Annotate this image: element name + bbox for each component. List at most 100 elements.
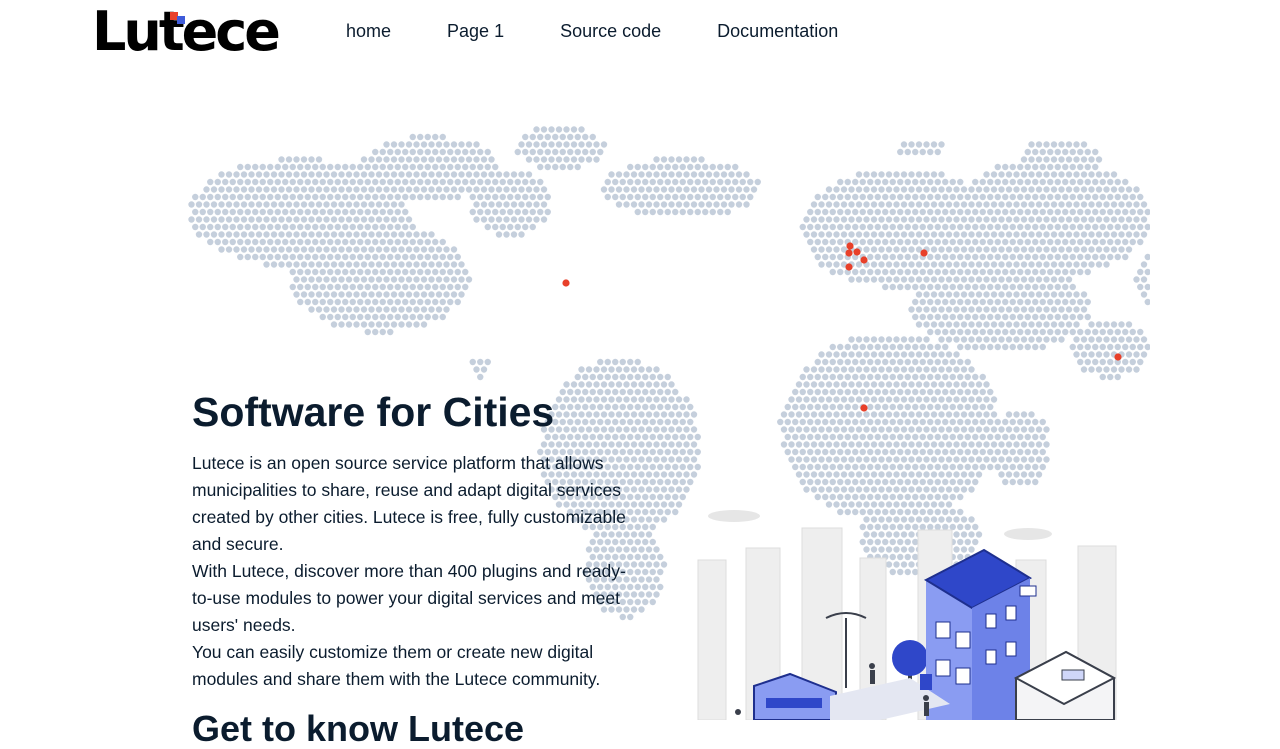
map-dot (863, 246, 870, 253)
map-dot (687, 403, 694, 411)
map-dot (930, 351, 938, 358)
map-dot (645, 201, 653, 208)
map-dot (330, 306, 338, 313)
map-dot (1058, 216, 1065, 223)
map-dot (979, 343, 986, 351)
map-dot (923, 366, 930, 373)
map-dot (960, 426, 968, 433)
map-dot (304, 163, 311, 171)
map-dot (1118, 216, 1125, 223)
map-dot (683, 396, 690, 403)
map-dot (417, 193, 424, 201)
map-dot (1110, 201, 1118, 208)
map-dot (375, 231, 383, 238)
nav-home[interactable]: home (346, 20, 391, 42)
map-dot (912, 418, 919, 426)
map-dot (653, 471, 660, 478)
map-dot (1017, 178, 1024, 186)
map-dot (1069, 283, 1076, 291)
map-dot (289, 268, 296, 276)
map-dot (863, 396, 870, 403)
map-dot (1144, 223, 1150, 231)
map-dot (852, 178, 859, 186)
map-dot (859, 388, 866, 396)
map-dot (870, 201, 878, 208)
map-dot (908, 141, 915, 148)
map-dot (1073, 246, 1080, 253)
map-dot (1065, 186, 1073, 193)
map-dot (833, 381, 840, 388)
map-dot (255, 171, 263, 178)
map-dot (818, 411, 825, 418)
map-dot (829, 208, 836, 216)
map-dot (218, 231, 225, 238)
map-dot (420, 276, 428, 283)
map-dot (1080, 366, 1088, 373)
map-dot (870, 171, 878, 178)
map-dot (435, 246, 443, 253)
map-dot (1133, 336, 1140, 343)
map-dot (964, 418, 971, 426)
map-dot (529, 208, 536, 216)
map-dot (443, 246, 450, 253)
map-dot (1054, 283, 1061, 291)
nav-page-1[interactable]: Page 1 (447, 20, 504, 42)
map-dot (964, 313, 971, 321)
map-dot (975, 471, 983, 478)
map-dot (222, 178, 229, 186)
map-dot (514, 178, 521, 186)
map-dot (885, 261, 893, 268)
map-dot (357, 298, 364, 306)
map-dot (912, 478, 919, 486)
map-dot (597, 373, 604, 381)
map-dot (627, 178, 634, 186)
map-dot (863, 456, 870, 463)
map-dot (908, 276, 915, 283)
map-dot (863, 336, 870, 343)
map-dot (810, 201, 818, 208)
map-dot (634, 163, 641, 171)
map-dot (807, 223, 814, 231)
map-dot (889, 373, 896, 381)
map-dot (387, 148, 394, 156)
map-dot (409, 298, 416, 306)
map-dot (897, 223, 904, 231)
map-dot (522, 133, 529, 141)
map-dot (990, 306, 998, 313)
map-dot (668, 411, 675, 418)
nav-source-code[interactable]: Source code (560, 20, 661, 42)
map-dot (398, 306, 405, 313)
map-dot (803, 396, 810, 403)
lutece-logo[interactable]: Lutece (92, 2, 281, 62)
map-dot (357, 208, 364, 216)
map-dot (282, 253, 289, 261)
map-dot (225, 246, 233, 253)
nav-documentation[interactable]: Documentation (717, 20, 838, 42)
map-dot (900, 201, 908, 208)
map-dot (1084, 238, 1091, 246)
map-dot (518, 141, 525, 148)
map-dot (675, 456, 683, 463)
map-dot (533, 126, 540, 133)
map-dot (507, 178, 514, 186)
map-dot (259, 208, 266, 216)
map-dot (870, 381, 878, 388)
map-dot (1020, 306, 1028, 313)
map-dot (323, 246, 330, 253)
map-dot (428, 306, 435, 313)
map-dot (994, 238, 1001, 246)
map-dot (807, 403, 814, 411)
map-dot (1020, 291, 1028, 298)
map-dot (1050, 276, 1058, 283)
map-dot (893, 366, 900, 373)
map-dot (803, 216, 810, 223)
map-dot (533, 156, 540, 163)
map-dot (848, 351, 855, 358)
map-dot (237, 193, 244, 201)
map-dot (870, 336, 878, 343)
map-dot (713, 201, 720, 208)
map-dot (1077, 223, 1084, 231)
map-dot (1043, 201, 1050, 208)
map-dot (1095, 351, 1103, 358)
map-dot (664, 193, 671, 201)
